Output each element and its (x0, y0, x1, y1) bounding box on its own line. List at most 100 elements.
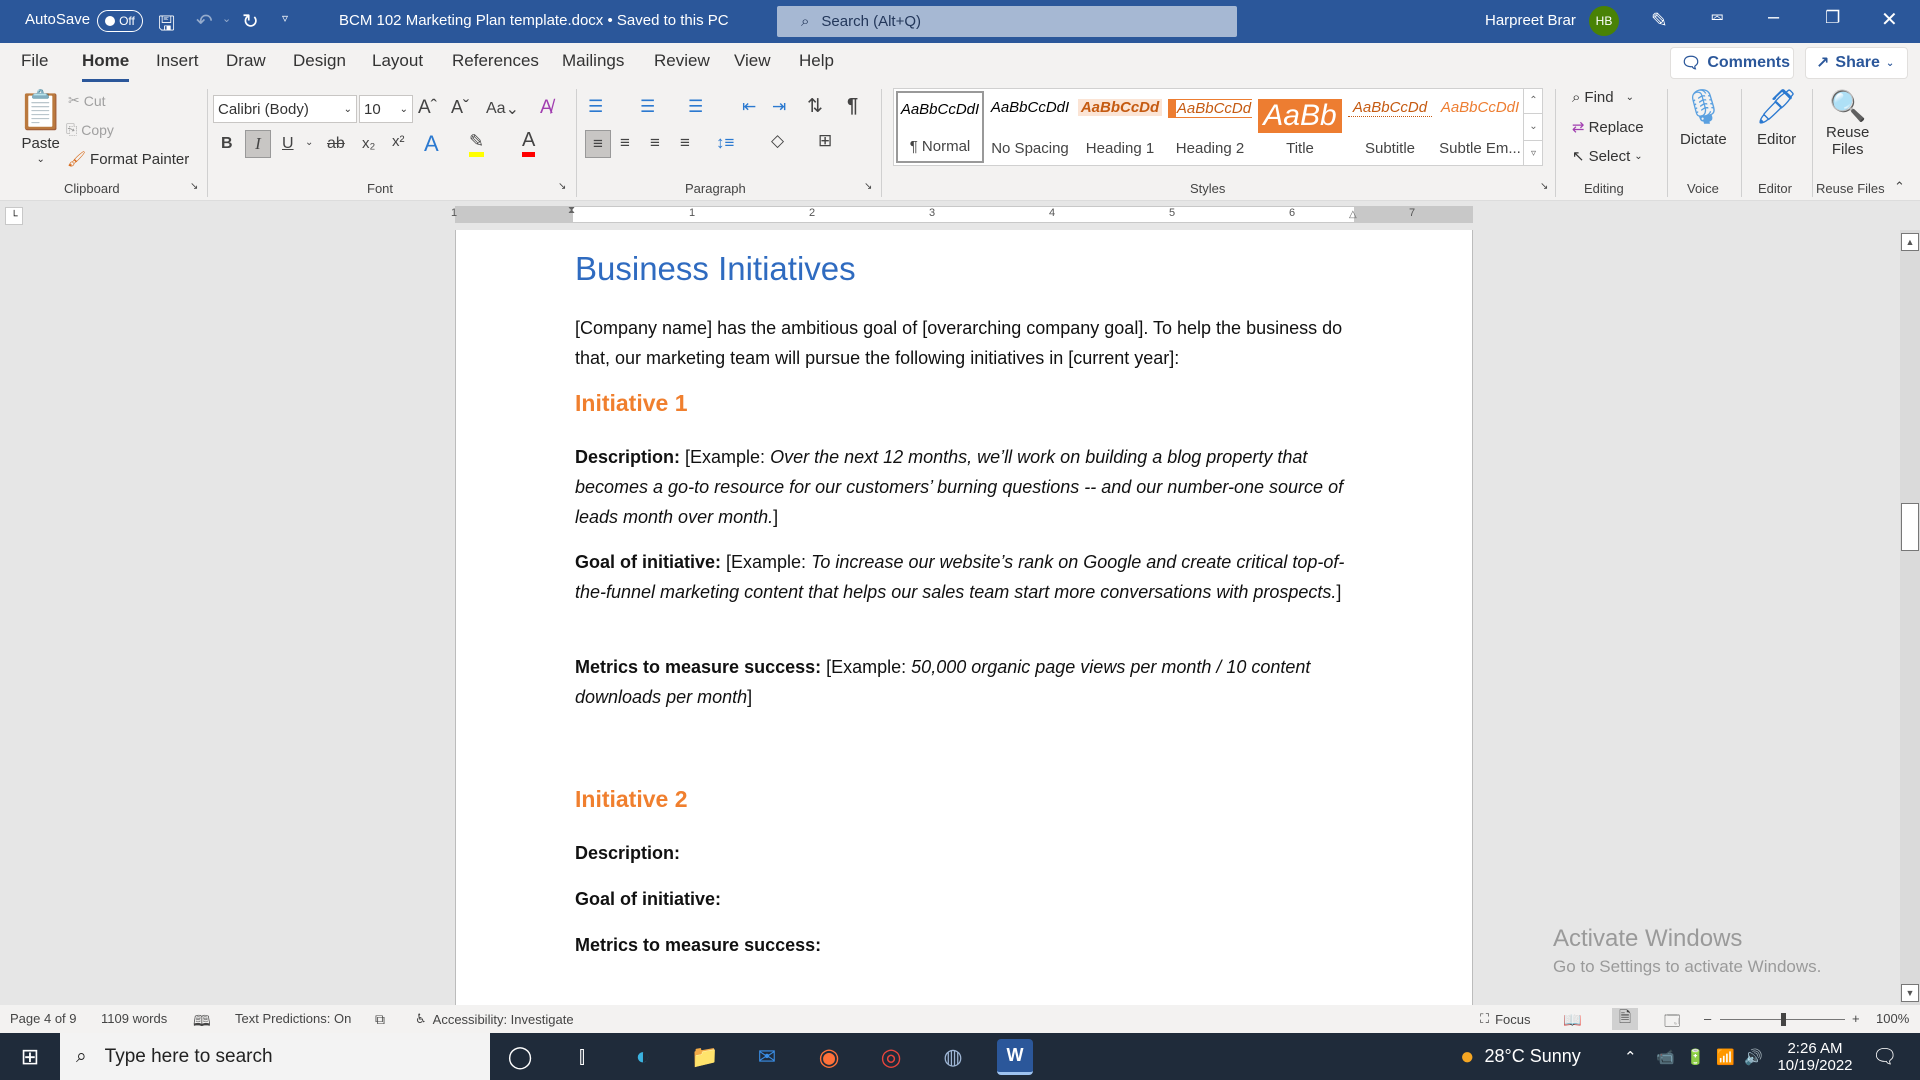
firefox-icon[interactable]: ◉ (811, 1039, 847, 1075)
ribbon-display-icon[interactable]: ⮹ (1710, 8, 1724, 29)
gallery-up-icon[interactable]: ⌃ (1524, 88, 1543, 115)
zoom-out-icon[interactable]: – (1704, 1011, 1711, 1026)
cut-button[interactable]: ✂ Cut (68, 92, 106, 109)
font-color-icon[interactable]: A (522, 129, 536, 157)
vertical-scrollbar[interactable]: ▲ ▼ (1900, 230, 1920, 1005)
share-button[interactable]: ↗ Share ⌄ (1805, 47, 1908, 79)
bullets-icon[interactable]: ☰ (588, 97, 603, 117)
reuse-files-button[interactable]: 🔍 Reuse Files (1826, 89, 1869, 158)
coauthoring-icon[interactable]: ✎ (1651, 8, 1668, 33)
italic-button[interactable]: I (245, 130, 271, 158)
decrease-indent-icon[interactable]: ⇤ (742, 97, 756, 117)
format-painter-button[interactable]: 🖌 Format Painter (67, 150, 189, 169)
comments-button[interactable]: 🗨 Comments (1670, 47, 1794, 79)
scroll-down-icon[interactable]: ▼ (1901, 984, 1919, 1002)
notifications-icon[interactable]: 🗨 (1872, 1033, 1897, 1080)
print-layout-icon[interactable]: 🗎 (1612, 1008, 1638, 1030)
clear-formatting-icon[interactable]: A̸ (540, 97, 553, 119)
cortana-icon[interactable]: ◯ (502, 1039, 538, 1075)
dialog-launcher-icon[interactable]: ↘ (190, 181, 198, 192)
save-icon[interactable]: 🖫 (158, 9, 175, 43)
user-avatar[interactable]: HB (1589, 6, 1619, 36)
style-heading-2[interactable]: AaBbCcDd Heading 2 (1166, 91, 1254, 163)
collapse-ribbon-icon[interactable]: ⌃ (1894, 179, 1905, 195)
borders-icon[interactable]: ⊞ (818, 131, 832, 151)
style-normal[interactable]: AaBbCcDdI ¶ Normal (896, 91, 984, 163)
scroll-up-icon[interactable]: ▲ (1901, 233, 1919, 251)
word-count[interactable]: 1109 words (101, 1011, 167, 1026)
numbering-icon[interactable]: ☰ (640, 97, 655, 117)
select-button[interactable]: ↖ Select ⌄ (1572, 147, 1643, 166)
app-icon[interactable]: ◍ (935, 1039, 971, 1075)
line-spacing-icon[interactable]: ↕≡ (716, 133, 734, 153)
word-taskbar-icon[interactable]: W (997, 1039, 1033, 1075)
meet-icon[interactable]: 📹 (1656, 1033, 1675, 1080)
superscript-button[interactable]: x² (392, 133, 405, 150)
font-name-select[interactable]: Calibri (Body) ⌄ (213, 95, 357, 123)
file-explorer-icon[interactable]: 📁 (687, 1039, 723, 1075)
accessibility-status[interactable]: ♿ Accessibility: Investigate (415, 1011, 574, 1027)
justify-icon[interactable]: ≡ (680, 133, 690, 153)
clock[interactable]: 2:26 AM 10/19/2022 (1772, 1033, 1858, 1080)
mail-icon[interactable]: ✉ (749, 1039, 785, 1075)
tab-view[interactable]: View (734, 51, 771, 79)
tab-mailings[interactable]: Mailings (562, 51, 624, 79)
style-no-spacing[interactable]: AaBbCcDdI No Spacing (986, 91, 1074, 163)
dialog-launcher-icon[interactable]: ↘ (558, 181, 566, 192)
copy-button[interactable]: ⎘ Copy (66, 121, 114, 138)
dictate-button[interactable]: 🎙 Dictate (1680, 87, 1727, 148)
shrink-font-icon[interactable]: Aˇ (451, 97, 469, 118)
multilevel-list-icon[interactable]: ☰ (688, 97, 703, 117)
underline-button[interactable]: U (282, 135, 294, 153)
editor-button[interactable]: 🖊 Editor (1755, 87, 1798, 148)
restore-icon[interactable]: ❐ (1825, 8, 1840, 28)
read-mode-icon[interactable]: 📖 (1563, 1011, 1582, 1029)
gallery-down-icon[interactable]: ⌄ (1524, 114, 1543, 141)
search-box[interactable]: ⌕ Search (Alt+Q) (777, 6, 1237, 37)
page-count[interactable]: Page 4 of 9 (10, 1011, 77, 1026)
tab-selector[interactable]: └ (5, 207, 23, 225)
indent-marker-icon[interactable]: ⧗ (568, 205, 575, 216)
chevron-down-icon[interactable]: ⌄ (305, 137, 313, 148)
show-formatting-marks-icon[interactable]: ¶ (847, 95, 858, 118)
autosave-toggle[interactable]: Off (97, 10, 143, 32)
battery-icon[interactable]: 🔋 (1686, 1033, 1705, 1080)
task-view-icon[interactable]: ⫿ (564, 1039, 600, 1075)
close-icon[interactable]: ✕ (1881, 7, 1898, 32)
minimize-icon[interactable]: – (1768, 6, 1779, 29)
sort-icon[interactable]: ⇅ (807, 95, 823, 118)
tab-review[interactable]: Review (654, 51, 710, 79)
tab-draw[interactable]: Draw (226, 51, 266, 79)
increase-indent-icon[interactable]: ⇥ (772, 97, 786, 117)
weather-widget[interactable]: ● 28°C Sunny (1460, 1033, 1581, 1080)
undo-dropdown-icon[interactable]: ⌄ (222, 12, 231, 25)
windows-start-icon[interactable]: ⊞ (12, 1039, 48, 1075)
style-subtle-emphasis[interactable]: AaBbCcDdI Subtle Em... (1436, 91, 1524, 163)
zoom-in-icon[interactable]: + (1852, 1011, 1860, 1026)
volume-icon[interactable]: 🔊 (1744, 1033, 1763, 1080)
right-indent-marker-icon[interactable]: △ (1349, 209, 1357, 220)
show-hidden-icons[interactable]: ⌃ (1624, 1033, 1637, 1080)
horizontal-ruler[interactable]: 1 1 2 3 4 5 6 7 ⧗ △ (451, 205, 1473, 223)
style-heading-1[interactable]: AaBbCcDd Heading 1 (1076, 91, 1164, 163)
edge-icon[interactable]: ◐ (625, 1039, 661, 1075)
undo-icon[interactable]: ↶ (196, 9, 213, 34)
shading-icon[interactable]: ◇ (771, 131, 784, 151)
find-button[interactable]: ⌕ Find ⌄ (1572, 89, 1634, 106)
scrollbar-thumb[interactable] (1901, 503, 1919, 551)
tab-references[interactable]: References (452, 51, 539, 79)
zoom-slider[interactable] (1720, 1013, 1845, 1026)
highlight-icon[interactable]: ✎ (469, 131, 485, 157)
dialog-launcher-icon[interactable]: ↘ (864, 181, 872, 192)
text-effects-icon[interactable]: A (424, 131, 439, 157)
paste-button[interactable]: 📋 Paste ⌄ (17, 89, 64, 165)
font-size-select[interactable]: 10 ⌄ (359, 95, 413, 123)
change-case-button[interactable]: Aa ⌄ (486, 99, 519, 119)
redo-icon[interactable]: ↻ (242, 9, 259, 34)
tab-design[interactable]: Design (293, 51, 346, 79)
replace-button[interactable]: ⇄ Replace (1572, 118, 1644, 137)
tab-help[interactable]: Help (799, 51, 834, 79)
taskbar-search[interactable]: ⌕ Type here to search (60, 1033, 490, 1080)
wifi-icon[interactable]: 📶 (1716, 1033, 1735, 1080)
chrome-icon[interactable]: ◎ (873, 1039, 909, 1075)
